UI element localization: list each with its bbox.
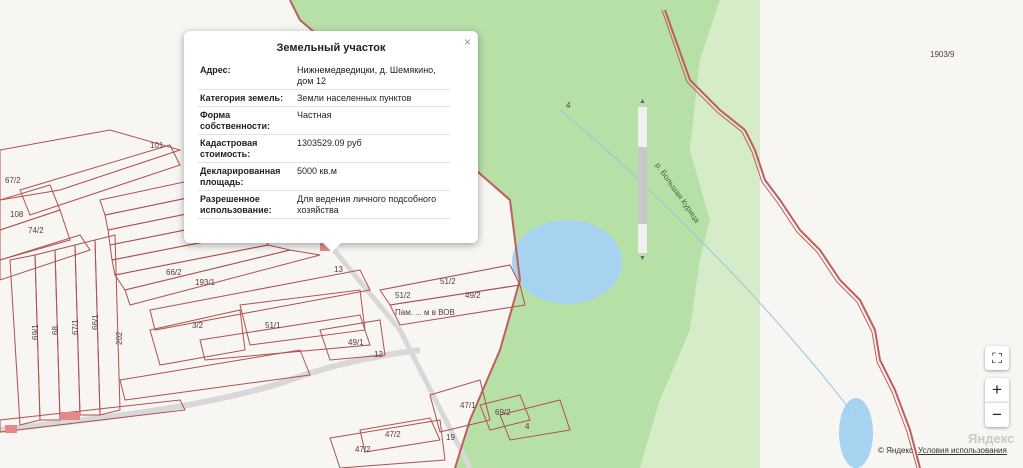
- map-layer: 101 67/2 108 74/2 69/1 68 67/1 66/1 202 …: [0, 0, 955, 468]
- parcel-label: 13: [334, 265, 343, 274]
- popup-info-table: Адрес: Нижнемедведицки, д. Шемякино, дом…: [198, 62, 450, 236]
- parcel-label: 49/1: [348, 338, 364, 347]
- close-icon[interactable]: ×: [464, 35, 471, 49]
- parcel-label: 4: [525, 422, 530, 431]
- pond: [839, 398, 873, 468]
- popup-title: Земельный участок: [276, 42, 386, 54]
- info-value: Земли населенных пунктов: [297, 93, 412, 103]
- parcel-label: 108: [10, 210, 24, 219]
- zoom-in-button[interactable]: +: [985, 378, 1009, 402]
- info-row-address: Адрес: Нижнемедведицки, д. Шемякино, дом…: [198, 62, 450, 90]
- parcel-label: 47/2: [355, 445, 371, 454]
- info-value: Для ведения личного подсобного хозяйства: [297, 194, 437, 215]
- parcel-label: 66/1: [91, 314, 100, 330]
- map-canvas[interactable]: 101 67/2 108 74/2 69/1 68 67/1 66/1 202 …: [0, 0, 1023, 468]
- parcel-label: 193/1: [195, 278, 216, 287]
- parcel-label: 51/2: [440, 277, 456, 286]
- terms-link[interactable]: Условия использования: [918, 446, 1007, 455]
- info-row-ownership: Форма собственности: Частная: [198, 107, 450, 135]
- popup-scrollbar[interactable]: ▲ ▼: [636, 97, 647, 263]
- info-key: Категория земель:: [200, 93, 284, 103]
- parcel-label: 47/2: [385, 430, 401, 439]
- info-row-cadastral-value: Кадастровая стоимость: 1303529.09 руб: [198, 135, 450, 163]
- parcel-label: 12: [374, 350, 383, 359]
- parcel-label: 101: [150, 141, 164, 150]
- parcel-label: 67/1: [71, 319, 80, 335]
- parcel-label: 3/2: [192, 321, 204, 330]
- plus-icon: +: [992, 380, 1002, 399]
- info-row-permitted-use: Разрешенное использование: Для ведения л…: [198, 191, 450, 219]
- minus-icon: −: [992, 405, 1002, 424]
- parcel-label: 51/1: [265, 321, 281, 330]
- land-plot-popup: Земельный участок × Адрес: Нижнемедведиц…: [184, 31, 647, 262]
- info-key: Форма собственности:: [200, 110, 270, 131]
- info-key: Кадастровая стоимость:: [200, 138, 258, 159]
- parcel-label: 69/1: [31, 324, 40, 340]
- parcel-label: 202: [115, 331, 124, 345]
- scroll-down-icon[interactable]: ▼: [638, 254, 647, 263]
- yandex-logo: Яндекс: [968, 431, 1015, 446]
- info-key: Адрес:: [200, 65, 231, 75]
- info-key: Разрешенное использование:: [200, 194, 272, 215]
- info-row-category: Категория земель: Земли населенных пункт…: [198, 90, 450, 107]
- info-value: Частная: [297, 110, 332, 120]
- parcel-label: 69/2: [495, 408, 511, 417]
- info-value: 1303529.09 руб: [297, 138, 362, 148]
- parcel-label: 4: [566, 101, 571, 110]
- parcel-label: 67/2: [5, 176, 21, 185]
- building: [5, 425, 17, 433]
- info-key: Декларированная площадь:: [200, 166, 281, 187]
- parcel-label: 51/2: [395, 291, 411, 300]
- info-value: Нижнемедведицки, д. Шемякино, дом 12: [297, 65, 436, 86]
- parcel-label: 1903/9: [930, 50, 955, 59]
- info-value: 5000 кв.м: [297, 166, 337, 176]
- building: [60, 412, 80, 420]
- parcel-label: 19: [446, 433, 455, 442]
- memorial-label: Пам. ... м в ВОВ: [395, 308, 455, 317]
- copyright-text: © Яндекс: [878, 446, 914, 455]
- scroll-thumb[interactable]: [638, 147, 647, 224]
- fullscreen-button[interactable]: ⛶: [985, 346, 1009, 370]
- fullscreen-icon: ⛶: [992, 349, 1002, 366]
- info-row-area: Декларированная площадь: 5000 кв.м: [198, 163, 450, 191]
- zoom-out-button[interactable]: −: [985, 402, 1009, 427]
- parcel-label: 66/2: [166, 268, 182, 277]
- parcel-label: 49/2: [465, 291, 481, 300]
- parcel-label: 47/1: [460, 401, 476, 410]
- parcel-label: 68: [51, 326, 60, 335]
- parcel-label: 74/2: [28, 226, 44, 235]
- lake: [512, 220, 622, 304]
- scroll-up-icon[interactable]: ▲: [638, 97, 647, 106]
